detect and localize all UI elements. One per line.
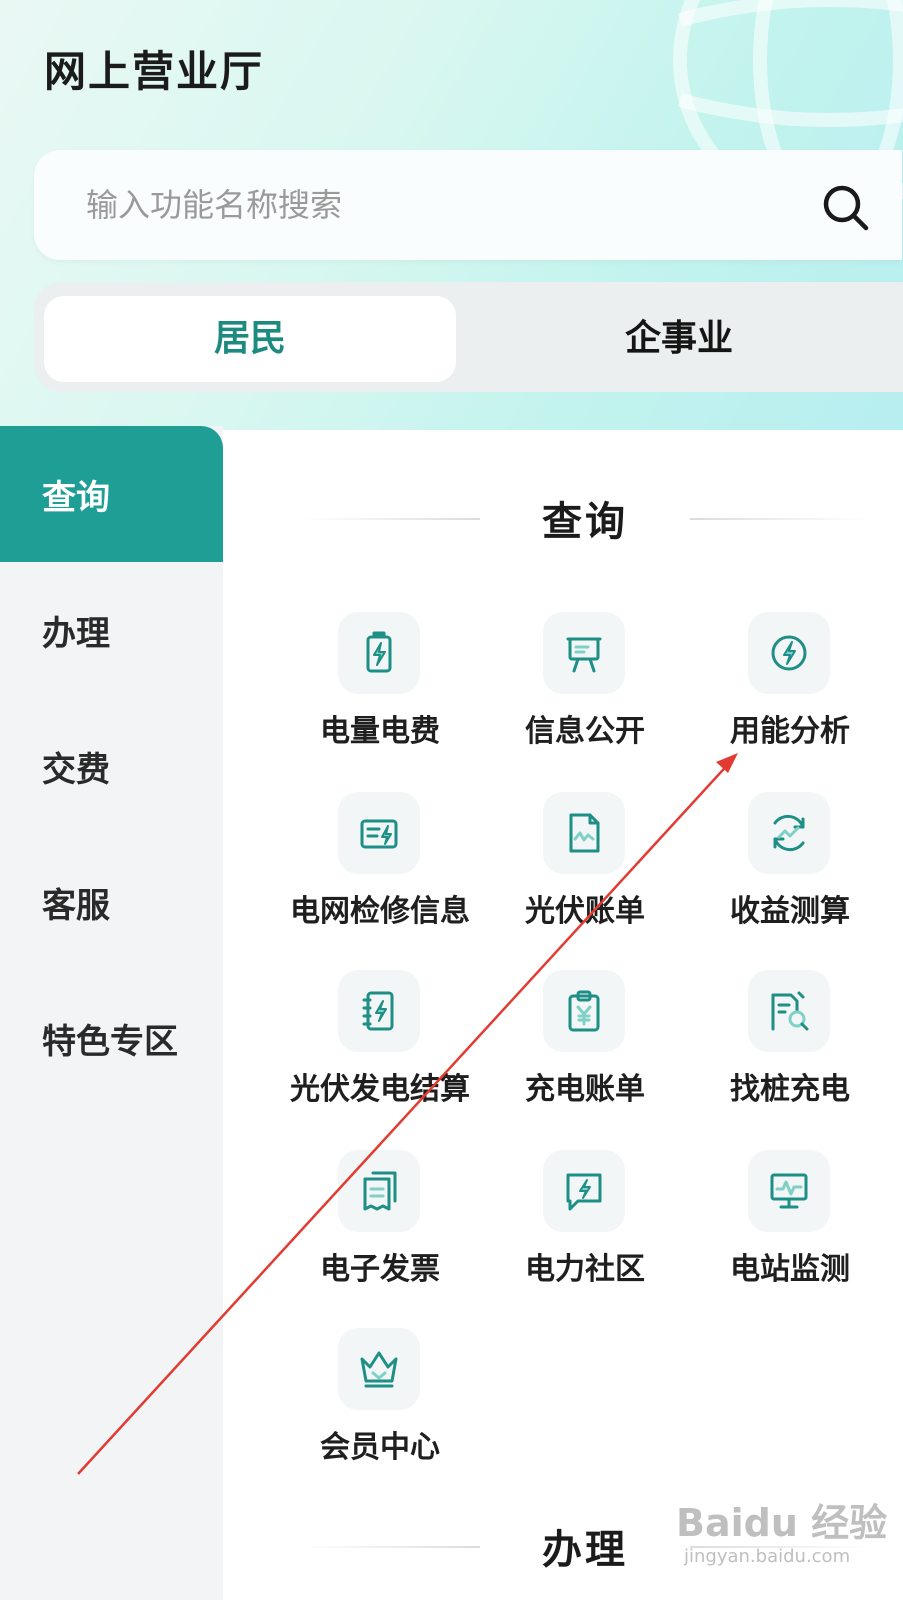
monitor-chart-icon <box>770 1173 808 1209</box>
icon-tile <box>543 612 625 694</box>
icon-tile <box>338 1328 420 1410</box>
divider <box>690 518 870 520</box>
icon-tile <box>338 792 420 874</box>
section-header-query: 查询 <box>300 488 870 548</box>
icon-tile <box>748 612 830 694</box>
sidebar: 查询 办理 交费 客服 特色专区 <box>0 426 223 1600</box>
icon-tile <box>748 970 830 1052</box>
divider <box>300 1546 480 1548</box>
crown-icon <box>360 1351 398 1388</box>
icon-tile <box>748 1150 830 1232</box>
search-icon[interactable] <box>820 182 872 234</box>
section-title: 办理 <box>542 1527 628 1573</box>
repair-card-icon <box>360 819 398 849</box>
grid-item-member-center[interactable]: 会员中心 <box>280 1328 480 1478</box>
icon-tile <box>338 1150 420 1232</box>
item-label: 找桩充电 <box>730 1072 850 1107</box>
profit-calc-icon <box>773 814 805 852</box>
grid-item-profit-estimate[interactable]: 收益测算 <box>690 792 890 942</box>
battery-bolt-icon <box>366 631 392 673</box>
grid-item-e-invoice[interactable]: 电子发票 <box>280 1150 480 1300</box>
sidebar-item-query[interactable]: 查询 <box>0 426 223 562</box>
sidebar-item-payment[interactable]: 交费 <box>0 698 223 834</box>
page-title: 网上营业厅 <box>44 47 265 96</box>
solar-bill-icon <box>569 813 600 853</box>
grid-item-energy-analysis[interactable]: 用能分析 <box>690 612 890 762</box>
grid-item-station-monitor[interactable]: 电站监测 <box>690 1150 890 1300</box>
tab-enterprise[interactable]: 企事业 <box>484 296 874 382</box>
grid-item-charging-bill[interactable]: 充电账单 <box>485 970 685 1120</box>
notebook-bolt-icon <box>362 991 394 1031</box>
energy-gauge-icon <box>771 635 807 671</box>
search-input[interactable] <box>84 176 768 234</box>
divider <box>300 518 480 520</box>
sidebar-item-handle[interactable]: 办理 <box>0 562 223 698</box>
section-header-handle: 办理 <box>300 1516 870 1576</box>
section-title: 查询 <box>542 499 628 545</box>
grid-item-power-community[interactable]: 电力社区 <box>485 1150 685 1300</box>
grid-item-solar-bill[interactable]: 光伏账单 <box>485 792 685 942</box>
chat-bolt-icon <box>566 1173 602 1211</box>
icon-tile <box>748 792 830 874</box>
icon-tile <box>543 1150 625 1232</box>
item-label: 用能分析 <box>730 714 850 749</box>
divider <box>690 1546 870 1548</box>
customer-type-switch: 居民 企事业 <box>34 282 903 392</box>
icon-tile <box>543 792 625 874</box>
grid-item-solar-settlement[interactable]: 光伏发电结算 <box>280 970 480 1120</box>
invoice-icon <box>363 1171 397 1211</box>
grid-item-grid-maintenance[interactable]: 电网检修信息 <box>280 792 480 942</box>
grid-item-find-charger[interactable]: 找桩充电 <box>690 970 890 1120</box>
clipboard-yuan-icon <box>568 990 600 1032</box>
icon-tile <box>338 612 420 694</box>
sidebar-item-special[interactable]: 特色专区 <box>0 970 223 1106</box>
icon-tile <box>543 970 625 1052</box>
sidebar-item-service[interactable]: 客服 <box>0 834 223 970</box>
item-label: 收益测算 <box>730 894 850 929</box>
icon-tile <box>338 970 420 1052</box>
tab-resident[interactable]: 居民 <box>44 296 456 382</box>
easel-board-icon <box>566 637 602 673</box>
item-label: 电站监测 <box>730 1252 850 1287</box>
search-bar[interactable] <box>34 150 902 260</box>
item-label: 会员中心 <box>320 1430 440 1465</box>
grid-item-info-disclosure[interactable]: 信息公开 <box>485 612 685 762</box>
find-pile-icon <box>771 991 809 1031</box>
grid-item-electricity-bill[interactable]: 电量电费 <box>280 612 480 762</box>
